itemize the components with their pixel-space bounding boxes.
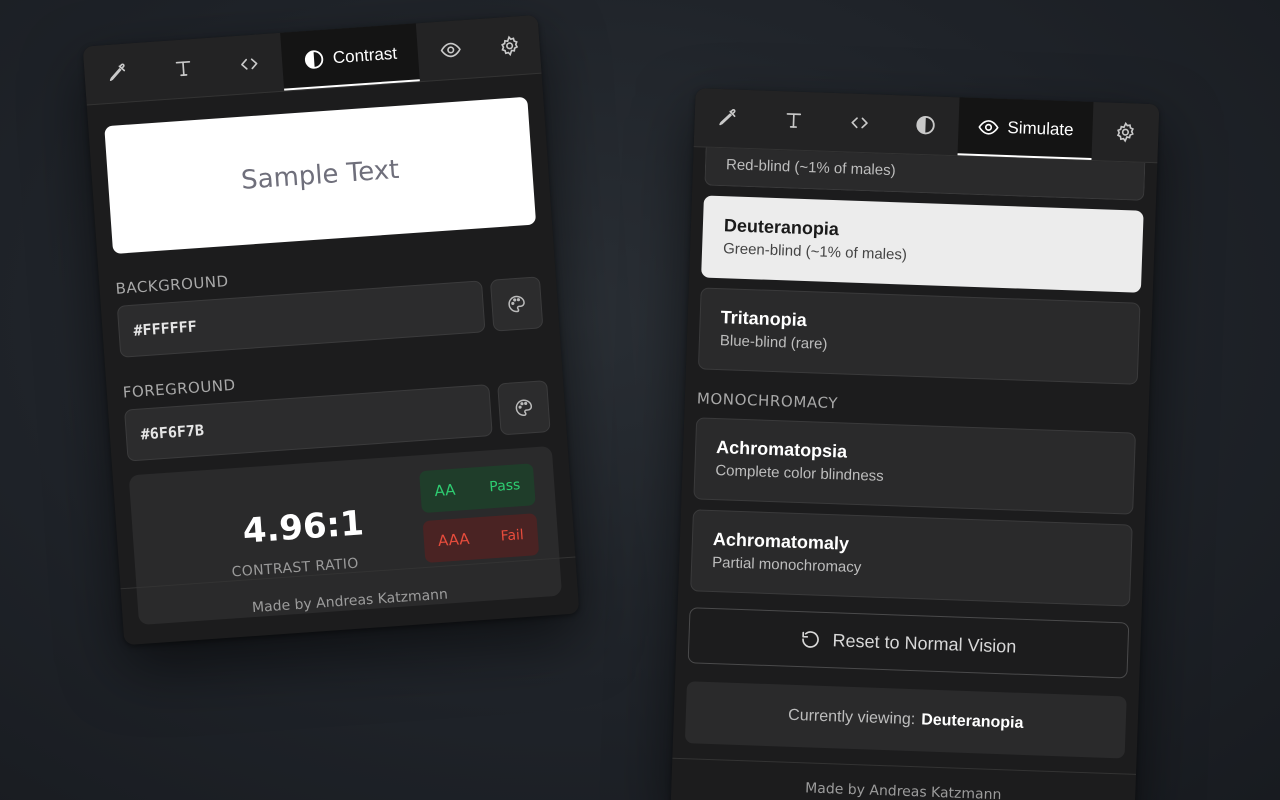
foreground-picker-button[interactable] xyxy=(497,380,551,436)
reset-vision-button[interactable]: Reset to Normal Vision xyxy=(687,607,1130,679)
aa-level: AA xyxy=(433,480,457,501)
eyedropper-icon xyxy=(719,109,736,126)
eye-icon xyxy=(440,42,461,58)
rotate-ccw-icon xyxy=(802,631,819,648)
text-icon xyxy=(786,113,802,128)
gear-icon xyxy=(1116,121,1134,143)
contrast-icon xyxy=(916,116,935,135)
text-icon xyxy=(175,60,191,77)
contrast-icon xyxy=(304,50,324,69)
option-achromatopsia[interactable]: Achromatopsia Complete color blindness xyxy=(693,417,1136,515)
contrast-panel: Contrast Sample Text BACKGROUND #FFFFFF … xyxy=(82,14,580,646)
palette-icon xyxy=(508,295,525,313)
option-desc: Red-blind (~1% of males) xyxy=(725,156,896,180)
tab-eyedropper[interactable] xyxy=(694,88,762,148)
option-deuteranopia[interactable]: Deuteranopia Green-blind (~1% of males) xyxy=(701,195,1144,293)
background-picker-button[interactable] xyxy=(489,276,544,332)
aa-result: Pass xyxy=(488,477,521,496)
option-tritanopia[interactable]: Tritanopia Blue-blind (rare) xyxy=(697,287,1141,385)
tab-typography[interactable] xyxy=(148,37,218,99)
sample-preview: Sample Text xyxy=(104,96,537,255)
tab-contrast[interactable] xyxy=(892,95,960,155)
tab-bar: Contrast xyxy=(82,14,542,106)
tab-eyedropper[interactable] xyxy=(83,42,153,104)
tab-simulate[interactable]: Simulate xyxy=(957,97,1094,160)
tab-settings[interactable] xyxy=(1091,102,1159,162)
aaa-result: Fail xyxy=(500,527,525,545)
tab-contrast[interactable]: Contrast xyxy=(280,23,420,91)
eye-icon xyxy=(978,120,999,135)
palette-icon xyxy=(515,399,533,416)
tab-settings[interactable] xyxy=(482,15,538,76)
current-viewing-status: Currently viewing: Deuteranopia xyxy=(684,681,1127,759)
tab-code[interactable] xyxy=(214,33,284,95)
code-icon xyxy=(241,58,258,70)
viewing-prefix: Currently viewing: xyxy=(787,706,916,729)
tab-contrast-label: Contrast xyxy=(332,43,398,68)
aaa-level: AAA xyxy=(437,529,471,551)
tab-code[interactable] xyxy=(826,93,894,153)
gear-icon xyxy=(501,35,519,57)
option-achromatomaly[interactable]: Achromatomaly Partial monochromacy xyxy=(690,509,1133,607)
contrast-ratio-value: 4.96:1 xyxy=(241,503,366,552)
footer-credit: Made by Andreas Katzmann xyxy=(670,757,1137,800)
tab-simulate[interactable] xyxy=(416,19,486,81)
viewing-value: Deuteranopia xyxy=(920,711,1024,732)
eyedropper-icon xyxy=(109,63,126,82)
reset-label: Reset to Normal Vision xyxy=(832,629,1017,657)
section-monochromacy: MONOCHROMACY xyxy=(696,389,839,413)
tab-typography[interactable] xyxy=(760,90,828,150)
simulate-panel: Simulate Red-blind (~1% of males) Deuter… xyxy=(670,88,1160,800)
aaa-badge: AAA Fail xyxy=(422,513,540,563)
tab-simulate-label: Simulate xyxy=(1007,118,1074,140)
code-icon xyxy=(851,117,868,129)
aa-badge: AA Pass xyxy=(419,463,536,514)
